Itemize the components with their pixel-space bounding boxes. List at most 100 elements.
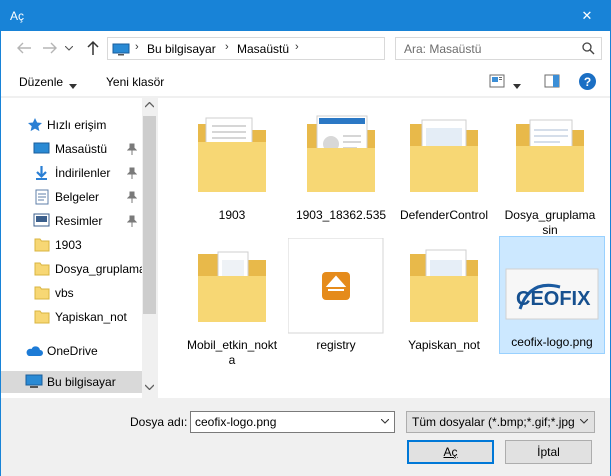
star-icon [28,118,42,132]
dialog-footer: Dosya adı: ceofix-logo.png Tüm dosyalar … [1,398,610,476]
breadcrumb-bu-bilgisayar[interactable]: Bu bilgisayar [147,42,216,56]
folder-icon [198,117,266,192]
file-item-dosya-gruplama[interactable]: Dosya_gruplama sin [502,108,598,237]
preview-pane-icon [544,74,560,88]
caret-down-icon [513,84,521,89]
arrow-left-icon [17,42,31,54]
breadcrumb-masaustu[interactable]: Masaüstü [237,42,289,56]
sidebar-item-1903[interactable]: 1903 [1,234,142,256]
sidebar-item-masaustu[interactable]: Masaüstü [1,138,142,160]
file-item-1903-18362-535[interactable]: 1903_18362.535 [293,108,389,226]
arrow-up-icon [87,40,99,55]
download-icon [36,166,47,180]
organize-button[interactable]: Düzenle [19,75,63,89]
pin-icon [127,215,137,227]
documents-icon [35,189,49,205]
close-button[interactable]: ✕ [564,1,610,31]
sidebar-item-bu-bilgisayar[interactable]: Bu bilgisayar [1,371,142,393]
sidebar-item-dosya-gruplama[interactable]: Dosya_gruplama [1,258,146,280]
recent-locations-button[interactable] [64,39,74,57]
caret-down-icon [69,84,77,89]
sidebar-item-label: İndirilenler [55,166,111,180]
sidebar-item-label: 1903 [55,238,82,252]
folder-icon [34,286,50,300]
up-button[interactable] [84,39,102,57]
file-item-yapiskan-not[interactable]: Yapiskan_not [396,238,492,356]
pictures-icon [33,213,50,227]
cloud-icon [26,346,43,356]
close-icon: ✕ [581,8,593,23]
address-bar[interactable]: › Bu bilgisayar › Masaüstü › [107,37,483,60]
back-button[interactable] [15,39,33,57]
open-file-dialog: Aç ✕ › Bu bilgisayar › Masaüstü › Ara: M… [0,0,611,476]
file-name: registry [316,338,356,352]
sidebar-item-label: Resimler [55,214,103,228]
computer-icon [25,374,43,388]
filename-value: ceofix-logo.png [195,415,277,429]
filetype-value: Tüm dosyalar (*.bmp;*.gif;*.jpg [412,415,575,429]
scroll-up-icon[interactable] [145,102,154,108]
navigation-pane: Hızlı erişim Masaüstü İndirilenler Belge… [1,98,157,398]
forward-button[interactable] [41,39,59,57]
sidebar-item-belgeler[interactable]: Belgeler [1,186,142,208]
open-button-label: Aç [443,445,458,459]
file-list: 1903 1903_18362.535 DefenderControl Dosy… [158,98,610,398]
sidebar-item-indirilenler[interactable]: İndirilenler [1,162,142,184]
search-input[interactable]: Ara: Masaüstü [395,37,602,60]
file-name: Mobil_etkin_nokt a [186,338,278,367]
open-button[interactable]: Aç [407,440,494,464]
sidebar-item-label: Dosya_gruplama [55,262,146,276]
folder-icon [34,262,50,276]
file-name: DefenderControl [399,208,489,222]
file-item-defendercontrol[interactable]: DefenderControl [396,108,492,226]
organize-dropdown[interactable] [69,78,77,92]
cancel-button[interactable]: İptal [505,440,592,464]
folder-icon [307,115,375,192]
arrow-right-icon [43,42,57,54]
navigation-bar: › Bu bilgisayar › Masaüstü › Ara: Masaüs… [1,31,610,67]
folder-icon [410,249,478,322]
search-icon [582,42,595,55]
scroll-down-icon[interactable] [145,384,154,390]
navigation-scrollbar[interactable] [142,98,157,398]
folder-icon [516,119,584,192]
filetype-select[interactable]: Tüm dosyalar (*.bmp;*.gif;*.jpg [406,411,595,433]
sidebar-item-hizli-erisim[interactable]: Hızlı erişim [1,114,142,136]
scrollbar-thumb[interactable] [143,116,156,314]
breadcrumb-separator: › [135,41,139,53]
file-name: Dosya_gruplama sin [504,208,596,237]
command-bar: Düzenle Yeni klasör ? [1,67,610,97]
sidebar-item-vbs[interactable]: vbs [1,282,142,304]
file-item-mobil-etkin-nokta[interactable]: Mobil_etkin_nokt a [184,238,280,367]
window-title: Aç [10,9,25,23]
file-name: Yapiskan_not [408,338,480,352]
filename-label: Dosya adı: [130,415,188,429]
change-view-button[interactable] [489,74,505,91]
view-options-dropdown[interactable] [513,78,521,92]
filename-input[interactable]: ceofix-logo.png [190,411,395,433]
desktop-icon [33,142,50,154]
sidebar-item-label: Bu bilgisayar [47,375,116,389]
title-bar: Aç ✕ [1,1,610,31]
file-item-1903[interactable]: 1903 [184,108,280,226]
computer-icon [112,43,130,56]
folder-icon [34,238,50,252]
folder-icon [34,310,50,324]
folder-icon [198,251,266,322]
sidebar-item-yapiskan-not[interactable]: Yapiskan_not [1,306,142,328]
pin-icon [127,143,137,155]
pin-icon [127,191,137,203]
preview-pane-button[interactable] [544,74,560,91]
file-item-ceofix-logo[interactable]: CEOFIX ceofix-logo.png [499,236,605,354]
sidebar-item-onedrive[interactable]: OneDrive [1,340,142,362]
pin-icon [127,167,137,179]
file-item-registry[interactable]: registry [287,237,384,356]
image-thumbnail: CEOFIX [505,268,599,320]
sidebar-item-label: Yapiskan_not [55,310,127,324]
chevron-down-icon[interactable] [381,419,389,424]
sidebar-item-resimler[interactable]: Resimler [1,210,142,232]
view-icon [489,74,505,88]
new-folder-button[interactable]: Yeni klasör [106,75,164,89]
help-button[interactable]: ? [579,73,596,90]
breadcrumb-separator: › [295,41,299,53]
